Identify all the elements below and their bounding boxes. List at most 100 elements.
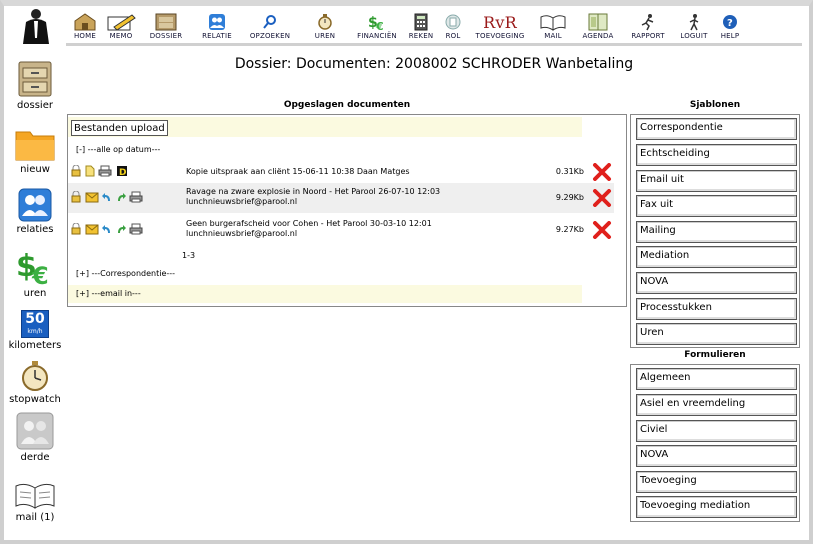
mail-book-icon	[540, 15, 566, 31]
open-book-icon	[15, 483, 55, 509]
documents-section-title: Opgeslagen documenten	[283, 100, 411, 110]
template-fax-uit[interactable]: Fax uit	[636, 195, 797, 217]
lock-icon[interactable]	[71, 223, 81, 235]
pager[interactable]: 1-3	[182, 251, 195, 260]
template-uren[interactable]: Uren	[636, 323, 797, 345]
form-toevoeging[interactable]: Toevoeging	[636, 471, 797, 493]
print-icon[interactable]	[98, 165, 112, 177]
documents-panel: Bestanden upload [-] ---alle op datum---…	[67, 114, 627, 307]
email-envelope-icon[interactable]	[85, 223, 99, 235]
document-row[interactable]: Ravage na zware explosie in Noord - Het …	[68, 183, 614, 213]
toolbar-home[interactable]: HOME	[70, 13, 100, 40]
svg-text:€: €	[375, 20, 384, 31]
template-mailing[interactable]: Mailing	[636, 221, 797, 243]
stopwatch-icon	[22, 361, 48, 391]
template-correspondentie[interactable]: Correspondentie	[636, 118, 797, 140]
delete-icon[interactable]	[592, 163, 612, 181]
toolbar-toevoeging[interactable]: RvR TOEVOEGING	[470, 13, 530, 40]
people-gray-icon	[16, 412, 54, 450]
sidebar-item-dossier[interactable]: dossier	[4, 60, 66, 111]
template-echtscheiding[interactable]: Echtscheiding	[636, 144, 797, 166]
agenda-icon	[588, 13, 608, 31]
form-civiel[interactable]: Civiel	[636, 420, 797, 442]
document-row-icons	[71, 191, 179, 205]
toolbar-memo[interactable]: MEMO	[106, 13, 136, 40]
money-icon: $ €	[16, 249, 49, 286]
sidebar-label: stopwatch	[9, 394, 61, 405]
lock-icon[interactable]	[71, 165, 81, 177]
reply-icon[interactable]	[102, 223, 112, 235]
forms-section-title: Formulieren	[684, 350, 746, 360]
toolbar-rapport[interactable]: RAPPORT	[626, 13, 670, 40]
speed-sign-icon: 50 km/h	[21, 310, 49, 338]
forward-icon[interactable]	[116, 191, 126, 203]
toolbar-opzoeken[interactable]: OPZOEKEN	[246, 13, 294, 40]
sidebar-item-stopwatch[interactable]: stopwatch	[4, 360, 66, 405]
document-d-icon[interactable]: D	[116, 165, 128, 177]
sidebar-item-kilometers[interactable]: 50 km/h kilometers	[4, 310, 66, 351]
sidebar-item-nieuw[interactable]: nieuw	[4, 126, 66, 175]
upload-button[interactable]: Bestanden upload	[71, 120, 168, 136]
sidebar-label: nieuw	[20, 164, 50, 175]
search-icon	[263, 15, 276, 29]
sidebar-label: derde	[20, 452, 50, 463]
template-nova[interactable]: NOVA	[636, 272, 797, 294]
document-title[interactable]: Geen burgerafscheid voor Cohen - Het Par…	[186, 219, 550, 243]
relatie-people-icon	[209, 14, 225, 30]
stopwatch-small-icon	[318, 14, 332, 30]
sidebar-item-uren[interactable]: $ € uren	[4, 248, 66, 299]
logout-walker-icon	[689, 14, 699, 31]
memo-pencil-icon	[107, 14, 136, 31]
svg-text:€: €	[31, 262, 49, 286]
template-email-uit[interactable]: Email uit	[636, 170, 797, 192]
toolbar-rol[interactable]: ROL	[440, 13, 466, 40]
delete-icon[interactable]	[592, 221, 612, 239]
sidebar-item-mail[interactable]: mail (1)	[4, 480, 66, 523]
toolbar-dossier[interactable]: DOSSIER	[146, 13, 186, 40]
toolbar-reken[interactable]: REKEN	[406, 13, 436, 40]
reply-icon[interactable]	[102, 191, 112, 203]
form-toevoeging-mediation[interactable]: Toevoeging mediation	[636, 496, 797, 518]
email-envelope-icon[interactable]	[85, 191, 99, 203]
forms-panel: Algemeen Asiel en vreemdeling Civiel NOV…	[630, 364, 800, 522]
sidebar-label: mail (1)	[15, 512, 55, 523]
template-mediation[interactable]: Mediation	[636, 246, 797, 268]
forward-icon[interactable]	[116, 223, 126, 235]
rvr-logo-icon: RvR	[483, 13, 517, 32]
toolbar-agenda[interactable]: AGENDA	[578, 13, 618, 40]
form-nova[interactable]: NOVA	[636, 445, 797, 467]
lock-icon[interactable]	[71, 191, 81, 203]
rapport-runner-icon	[641, 14, 654, 31]
template-processtukken[interactable]: Processtukken	[636, 298, 797, 320]
group-email-in[interactable]: [+] ---email in---	[68, 285, 582, 303]
delete-icon[interactable]	[592, 189, 612, 207]
toolbar-help[interactable]: ? HELP	[716, 13, 744, 40]
toolbar-relatie[interactable]: RELATIE	[198, 13, 236, 40]
toolbar-financien[interactable]: $ € FINANCIËN	[352, 13, 402, 40]
print-icon[interactable]	[129, 223, 143, 235]
document-row-icons	[71, 223, 179, 237]
sidebar-label: relaties	[16, 224, 54, 235]
speed-unit: km/h	[27, 328, 43, 335]
money-small-icon: $€	[368, 15, 384, 31]
form-asiel-en-vreemdeling[interactable]: Asiel en vreemdeling	[636, 394, 797, 416]
home-icon	[74, 13, 96, 31]
group-correspondentie[interactable]: [+] ---Correspondentie---	[68, 265, 582, 283]
toolbar-uren[interactable]: UREN	[310, 13, 340, 40]
help-globe-icon: ?	[723, 15, 737, 29]
print-icon[interactable]	[129, 191, 143, 203]
document-size: 0.31Kb	[555, 167, 584, 176]
document-icon[interactable]	[85, 165, 95, 177]
svg-text:?: ?	[727, 18, 733, 29]
sidebar-item-derde[interactable]: derde	[4, 412, 66, 463]
people-icon	[18, 188, 52, 222]
form-algemeen[interactable]: Algemeen	[636, 368, 797, 390]
sidebar-item-relaties[interactable]: relaties	[4, 188, 66, 235]
toolbar-loguit[interactable]: LOGUIT	[676, 13, 712, 40]
templates-panel: Correspondentie Echtscheiding Email uit …	[630, 114, 800, 348]
document-row[interactable]: Geen burgerafscheid voor Cohen - Het Par…	[68, 215, 614, 245]
toolbar-mail[interactable]: MAIL	[538, 13, 568, 40]
top-toolbar: HOME MEMO DOSSIER RELATIE OPZOEKEN UREN …	[66, 10, 802, 46]
sidebar-label: dossier	[17, 100, 53, 111]
document-title[interactable]: Ravage na zware explosie in Noord - Het …	[186, 187, 550, 211]
